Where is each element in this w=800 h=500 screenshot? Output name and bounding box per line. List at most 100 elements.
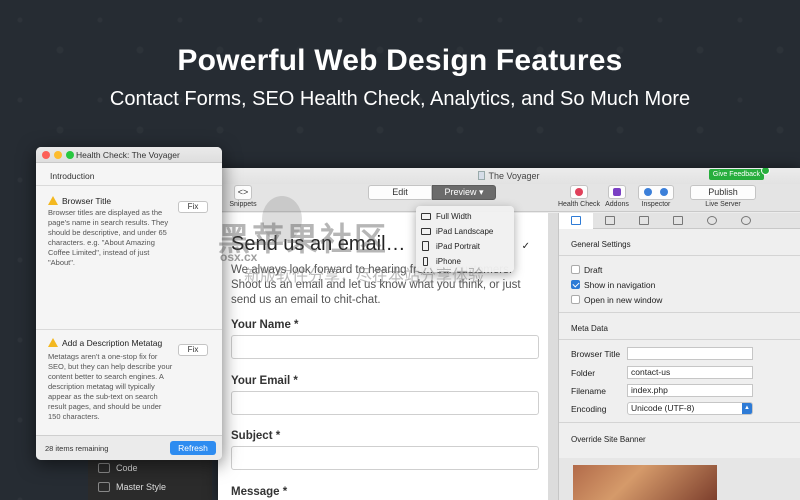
layout-icon xyxy=(605,216,615,225)
refresh-button[interactable]: Refresh xyxy=(170,441,216,455)
chevron-down-icon: ▾ xyxy=(479,187,484,197)
health-check-button[interactable] xyxy=(570,185,588,199)
inspector-panel: General Settings Draft Show in navigatio… xyxy=(558,213,800,500)
tab-columns[interactable] xyxy=(627,213,661,229)
menu-item-label: iPad Landscape xyxy=(436,227,494,236)
give-feedback-button[interactable]: Give Feedback xyxy=(708,169,764,180)
message-field-label: Message * xyxy=(231,486,288,498)
fix-browser-title-button[interactable]: Fix xyxy=(178,201,208,213)
meta-data-title: Meta Data xyxy=(571,324,608,333)
health-check-window: Health Check: The Voyager Introduction B… xyxy=(36,147,222,460)
desktop-icon xyxy=(421,213,431,220)
hero-subtitle: Contact Forms, SEO Health Check, Analyti… xyxy=(109,88,691,110)
site-sidebar: Code Master Style xyxy=(88,455,212,500)
preview-label: Preview xyxy=(444,187,477,197)
document-icon xyxy=(478,171,486,180)
divider xyxy=(559,255,800,256)
watermark-subtext: 新版软件分享，尽在本站分享体验 xyxy=(244,266,485,285)
inspector-button[interactable] xyxy=(638,185,674,200)
introduction-heading: Introduction xyxy=(50,171,95,181)
health-check-titlebar: Health Check: The Voyager xyxy=(36,147,222,163)
issue-title: Browser Title xyxy=(62,196,112,206)
snippets-label: Snippets xyxy=(229,201,257,208)
tab-page[interactable] xyxy=(559,213,593,229)
issue-description: Metatags aren't a one-stop fix for SEO, … xyxy=(48,352,173,421)
draft-checkbox[interactable] xyxy=(571,265,580,274)
inspector-label: Inspector xyxy=(641,201,671,208)
tablet-portrait-icon xyxy=(422,241,429,251)
sidebar-item-code[interactable]: Code xyxy=(116,463,138,473)
divider xyxy=(559,312,800,313)
minimize-window-icon[interactable] xyxy=(54,151,62,159)
filename-label: Filename xyxy=(571,386,606,396)
tab-settings[interactable] xyxy=(729,213,763,229)
hero-title: Powerful Web Design Features xyxy=(177,44,623,77)
subject-field[interactable] xyxy=(231,446,539,470)
tablet-landscape-icon xyxy=(421,228,431,235)
divider xyxy=(559,339,800,340)
issue-description: Browser titles are displayed as the page… xyxy=(48,208,169,267)
tab-layout[interactable] xyxy=(593,213,627,229)
draft-row: Draft xyxy=(571,265,602,275)
general-settings-title: General Settings xyxy=(571,240,631,249)
subject-field-label: Subject * xyxy=(231,430,281,442)
edit-mode-button[interactable]: Edit xyxy=(368,185,432,200)
divider xyxy=(36,329,222,330)
heart-icon xyxy=(575,188,583,196)
email-field-label: Your Email * xyxy=(231,375,298,387)
clock-icon xyxy=(660,188,669,196)
name-field-label: Your Name * xyxy=(231,319,299,331)
menu-item-ipad-portrait[interactable]: iPad Portrait ✓ xyxy=(416,239,530,254)
items-remaining-count: 28 items remaining xyxy=(45,444,109,453)
menu-item-ipad-landscape[interactable]: iPad Landscape xyxy=(416,224,514,239)
tab-target[interactable] xyxy=(695,213,729,229)
browser-title-label: Browser Title xyxy=(571,349,621,359)
live-server-label: Live Server xyxy=(705,201,741,208)
preview-mode-button[interactable]: Preview ▾ xyxy=(432,185,496,200)
menu-item-full-width[interactable]: Full Width xyxy=(416,209,514,224)
addons-label: Addons xyxy=(605,201,629,208)
columns-icon xyxy=(639,216,649,225)
override-banner-title: Override Site Banner xyxy=(571,435,646,444)
page-icon xyxy=(571,216,581,225)
snippets-button[interactable]: <> xyxy=(234,185,252,200)
warning-icon xyxy=(48,338,58,347)
gear-icon xyxy=(741,216,751,225)
folder-input[interactable]: contact-us xyxy=(627,366,753,379)
inspector-tabs xyxy=(559,213,800,229)
encoding-label: Encoding xyxy=(571,404,607,414)
name-field[interactable] xyxy=(231,335,539,359)
publish-button[interactable]: Publish xyxy=(690,185,756,200)
filename-input[interactable]: index.php xyxy=(627,384,753,397)
new-window-label: Open in new window xyxy=(584,295,663,305)
sidebar-item-master-style[interactable]: Master Style xyxy=(116,482,166,492)
addons-button[interactable] xyxy=(608,185,626,199)
menu-item-label: Full Width xyxy=(436,212,472,221)
publish-label: Publish xyxy=(708,187,738,197)
banner-image xyxy=(573,465,717,500)
divider xyxy=(559,422,800,423)
puzzle-icon xyxy=(613,188,621,196)
menu-item-label: iPad Portrait xyxy=(436,242,481,251)
zoom-window-icon[interactable] xyxy=(66,151,74,159)
tag-icon xyxy=(673,216,683,225)
divider xyxy=(36,185,222,186)
show-nav-row: Show in navigation xyxy=(571,280,655,290)
encoding-select[interactable]: Unicode (UTF-8) ▲ xyxy=(627,402,753,415)
fix-description-metatag-button[interactable]: Fix xyxy=(178,344,208,356)
code-icon xyxy=(98,463,110,473)
open-in-new-window-checkbox[interactable] xyxy=(571,295,580,304)
email-field[interactable] xyxy=(231,391,539,415)
show-in-navigation-checkbox[interactable] xyxy=(571,280,580,289)
target-icon xyxy=(707,216,717,225)
health-check-label: Health Check xyxy=(557,201,601,208)
info-icon xyxy=(643,188,652,196)
browser-title-input[interactable] xyxy=(627,347,753,360)
window-title: The Voyager xyxy=(488,171,540,181)
folder-label: Folder xyxy=(571,368,596,378)
tab-tags[interactable] xyxy=(661,213,695,229)
encoding-value: Unicode (UTF-8) xyxy=(631,403,695,413)
style-icon xyxy=(98,482,110,492)
close-window-icon[interactable] xyxy=(42,151,50,159)
health-check-footer: 28 items remaining Refresh xyxy=(36,435,222,460)
